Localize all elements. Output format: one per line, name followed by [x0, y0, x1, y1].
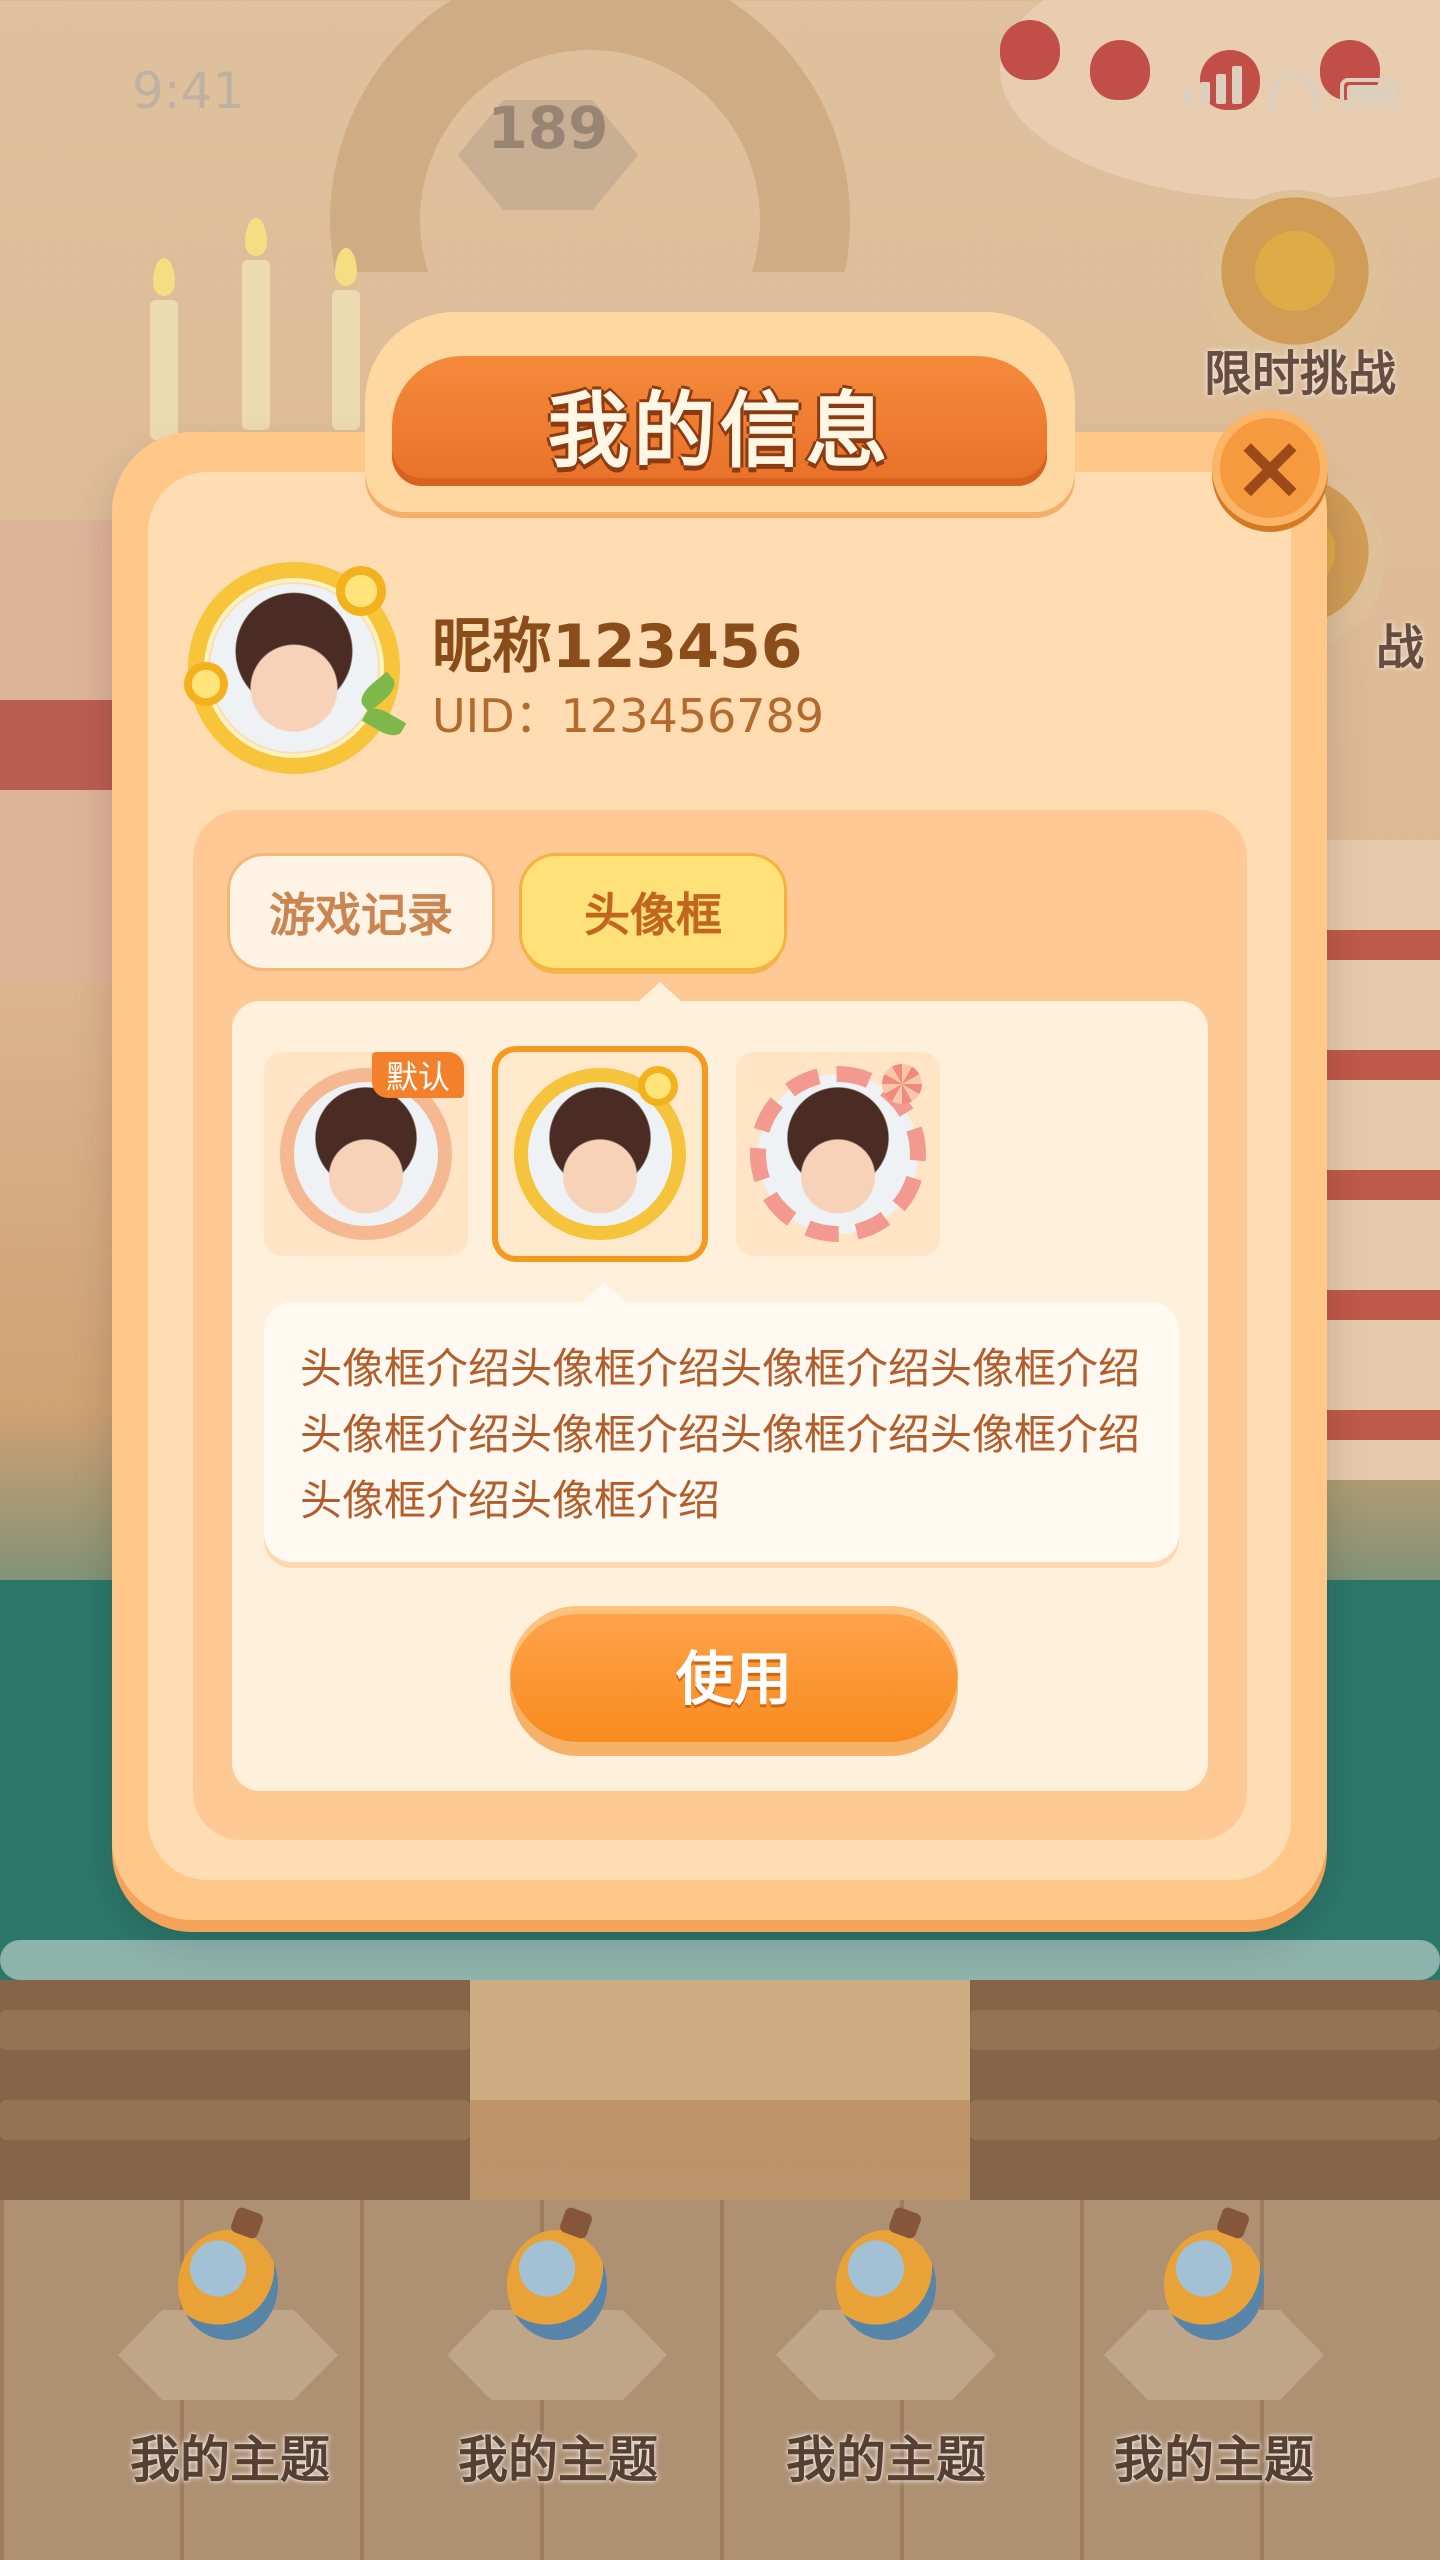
use-button[interactable]: 使用 — [510, 1606, 958, 1742]
lollipop-icon — [882, 1064, 922, 1104]
close-button[interactable]: × — [1212, 410, 1328, 526]
avatar-preview — [514, 1066, 686, 1240]
tab-avatar-frame[interactable]: 头像框 — [522, 856, 784, 968]
avatar-preview — [280, 1068, 452, 1240]
tab-game-records[interactable]: 游戏记录 — [230, 856, 492, 968]
frame-option-candy[interactable] — [736, 1052, 940, 1256]
avatar — [184, 562, 407, 774]
lemon-slice-icon — [638, 1066, 678, 1106]
avatar-preview — [750, 1064, 926, 1242]
default-badge: 默认 — [372, 1052, 464, 1098]
lemon-slice-icon — [184, 662, 228, 706]
close-icon: × — [1232, 415, 1308, 520]
tab-pointer — [638, 982, 682, 1002]
user-id: UID：123456789 — [432, 689, 825, 743]
nickname: 昵称123456 — [432, 612, 803, 682]
modal-title: 我的信息 — [547, 384, 892, 479]
lemon-slice-icon — [336, 566, 386, 616]
description-pointer — [580, 1282, 628, 1304]
frame-option-lemon[interactable] — [498, 1052, 702, 1256]
frame-description: 头像框介绍头像框介绍头像框介绍头像框介绍头像框介绍头像框介绍头像框介绍头像框介绍… — [264, 1302, 1179, 1562]
